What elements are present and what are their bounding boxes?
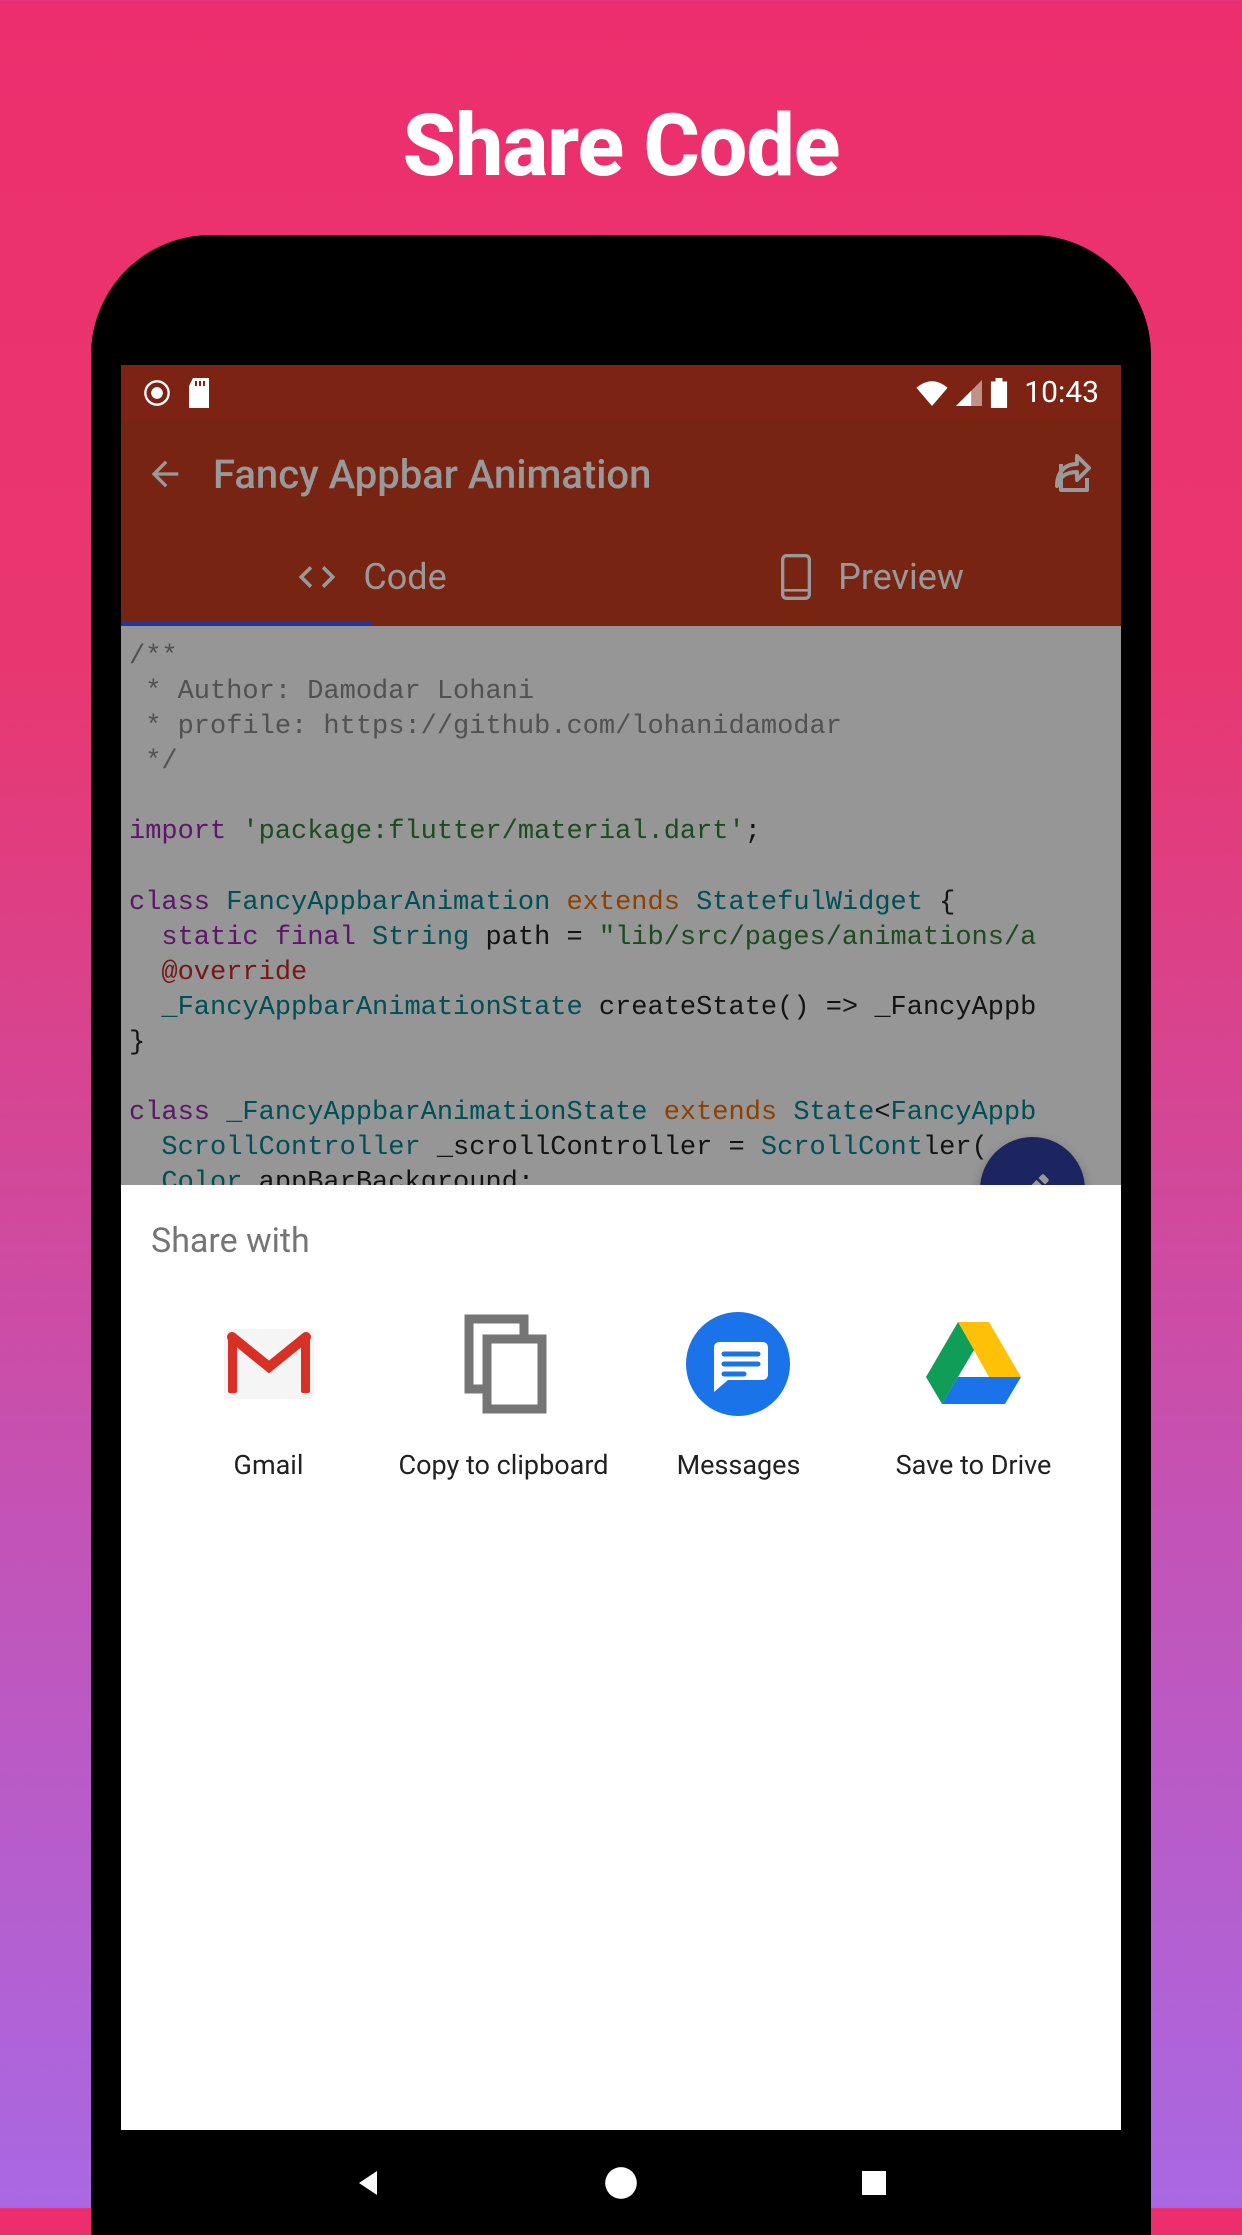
- status-bar: 10:43: [121, 365, 1121, 420]
- gmail-icon: [214, 1309, 324, 1419]
- nav-home-button[interactable]: [597, 2159, 645, 2207]
- code-string: "lib/src/pages/animations/a: [599, 923, 1036, 953]
- share-item-gmail[interactable]: Gmail: [159, 1309, 379, 1481]
- code-classname: State: [793, 1098, 874, 1128]
- code-punct: }: [129, 1028, 145, 1058]
- nav-back-button[interactable]: [344, 2159, 392, 2207]
- square-recent-icon: [858, 2167, 890, 2199]
- share-item-label: Messages: [677, 1449, 801, 1481]
- share-item-label: Gmail: [234, 1449, 304, 1481]
- arrow-back-icon: [145, 454, 185, 494]
- code-keyword: import: [129, 817, 226, 847]
- wifi-icon: [916, 380, 948, 406]
- back-button[interactable]: [145, 454, 185, 494]
- code-text: appBarBackground;: [242, 1168, 534, 1186]
- code-classname: StatefulWidget: [696, 888, 923, 918]
- code-punct: <: [874, 1098, 890, 1128]
- tab-code-label: Code: [363, 556, 446, 598]
- signal-icon: [956, 380, 982, 406]
- share-sheet: Share with Gmail: [121, 1185, 1121, 2130]
- messages-icon: [684, 1309, 794, 1419]
- code-keyword: final: [275, 923, 356, 953]
- battery-icon: [990, 378, 1008, 408]
- nav-bar: [121, 2130, 1121, 2235]
- tab-preview-label: Preview: [838, 556, 964, 598]
- share-button[interactable]: [1049, 450, 1097, 498]
- app-title: Fancy Appbar Animation: [213, 451, 1021, 498]
- code-text: ler(: [923, 1133, 988, 1163]
- code-comment: */: [129, 747, 178, 777]
- promo-title: Share Code: [403, 95, 840, 196]
- code-text: path =: [469, 923, 599, 953]
- phone-frame: 10:43 Fancy Appbar Animation Code Previe…: [91, 235, 1151, 2235]
- clipboard-icon: [449, 1309, 559, 1419]
- code-punct: ;: [745, 817, 761, 847]
- code-comment: * profile: https://github.com/lohanidamo…: [129, 712, 842, 742]
- code-classname: FancyAppbarAnimation: [226, 888, 550, 918]
- circle-home-icon: [602, 2164, 640, 2202]
- share-sheet-title: Share with: [151, 1221, 1091, 1261]
- status-time: 10:43: [1024, 375, 1099, 410]
- code-icon: [295, 555, 339, 599]
- share-icon: [1049, 450, 1097, 498]
- code-type: ScrollCont: [761, 1133, 923, 1163]
- drive-icon: [919, 1309, 1029, 1419]
- code-string: 'package:flutter/material.dart': [242, 817, 744, 847]
- share-item-label: Copy to clipboard: [399, 1449, 609, 1481]
- code-type: ScrollController: [161, 1133, 420, 1163]
- code-classname: _FancyAppbarAnimationState: [161, 993, 582, 1023]
- tab-code[interactable]: Code: [121, 528, 621, 626]
- triangle-back-icon: [350, 2165, 386, 2201]
- code-keyword: class: [129, 888, 210, 918]
- code-area[interactable]: /** * Author: Damodar Lohani * profile: …: [121, 626, 1121, 1186]
- sd-card-icon: [189, 378, 213, 408]
- code-keyword: extends: [566, 888, 679, 918]
- share-item-label: Save to Drive: [896, 1449, 1052, 1481]
- code-comment: /**: [129, 642, 178, 672]
- code-punct: {: [923, 888, 955, 918]
- code-keyword: extends: [664, 1098, 777, 1128]
- code-type: Color: [161, 1168, 242, 1186]
- code-keyword: static: [161, 923, 258, 953]
- code-keyword: class: [129, 1098, 210, 1128]
- share-item-clipboard[interactable]: Copy to clipboard: [394, 1309, 614, 1481]
- share-item-messages[interactable]: Messages: [629, 1309, 849, 1481]
- tab-preview[interactable]: Preview: [621, 528, 1121, 626]
- app-bar: Fancy Appbar Animation: [121, 420, 1121, 528]
- code-type: String: [372, 923, 469, 953]
- phone-screen: 10:43 Fancy Appbar Animation Code Previe…: [121, 365, 1121, 2235]
- nav-recent-button[interactable]: [850, 2159, 898, 2207]
- code-classname: FancyAppb: [891, 1098, 1037, 1128]
- share-item-drive[interactable]: Save to Drive: [864, 1309, 1084, 1481]
- preview-icon: [778, 553, 814, 601]
- code-comment: * Author: Damodar Lohani: [129, 677, 534, 707]
- code-text: createState() => _FancyAppb: [583, 993, 1037, 1023]
- tabs: Code Preview: [121, 528, 1121, 626]
- code-text: _scrollController =: [421, 1133, 761, 1163]
- code-annotation: @override: [161, 958, 307, 988]
- code-classname: _FancyAppbarAnimationState: [226, 1098, 647, 1128]
- share-grid: Gmail Copy to clipboard: [151, 1309, 1091, 1481]
- circle-icon: [143, 379, 171, 407]
